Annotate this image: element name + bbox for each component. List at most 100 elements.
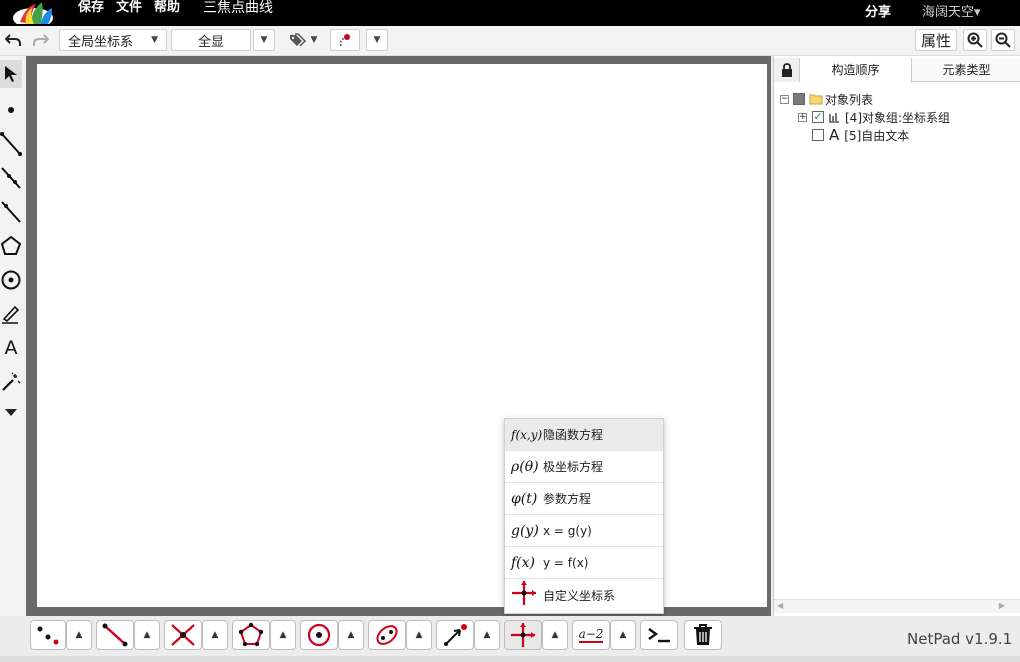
- coordinate-tool-dropdown[interactable]: ▲: [542, 620, 568, 650]
- label-tag-button[interactable]: ▼: [283, 29, 323, 51]
- more-tools-button[interactable]: [0, 398, 22, 426]
- expression-tool-dropdown[interactable]: ▲: [610, 620, 636, 650]
- zoom-out-icon: [995, 32, 1011, 48]
- points-icon: [37, 626, 59, 645]
- menu-item-label: 自定义坐标系: [543, 588, 616, 603]
- menu-custom-coordinate[interactable]: 自定义坐标系: [505, 579, 663, 611]
- trace-icon: [339, 34, 350, 47]
- lock-icon: [781, 63, 792, 77]
- expression-tool-button[interactable]: a−2: [572, 620, 610, 650]
- panel-tabs: 构造顺序 元素类型: [774, 58, 1020, 83]
- version-label: NetPad v1.9.1: [907, 630, 1013, 648]
- expand-icon[interactable]: +: [798, 112, 807, 122]
- chevron-up-icon: ▲: [551, 630, 559, 640]
- conic-tool-button[interactable]: [368, 620, 406, 650]
- trace-dropdown-button[interactable]: ▼: [366, 29, 388, 51]
- panel-horizontal-scrollbar[interactable]: ◀ ▶: [774, 599, 1020, 613]
- points-tool-dropdown[interactable]: ▲: [66, 620, 92, 650]
- polygon-tool-button[interactable]: [232, 620, 270, 650]
- menu-item-label: 参数方程: [543, 492, 592, 506]
- chevron-down-icon: ▼: [260, 35, 268, 45]
- document-title: 三焦点曲线: [203, 0, 273, 16]
- coordinate-tool-button[interactable]: [504, 620, 542, 650]
- menu-item-label: y = f(x): [543, 555, 589, 570]
- checkbox-empty-icon[interactable]: [812, 129, 824, 141]
- undo-icon: [5, 34, 21, 46]
- segment-tool[interactable]: [0, 130, 22, 158]
- polygon-tool-dropdown[interactable]: ▲: [270, 620, 296, 650]
- collapse-icon[interactable]: −: [780, 94, 789, 104]
- tree-item-free-text[interactable]: A [5]自由文本: [812, 126, 909, 144]
- menu-parametric-equation[interactable]: φ(t) 参数方程: [505, 483, 663, 515]
- points-tool-button[interactable]: [30, 620, 66, 650]
- magic-tool[interactable]: [0, 368, 22, 396]
- page-horizontal-scrollbar[interactable]: [0, 656, 1020, 662]
- panel-lock-button[interactable]: [774, 58, 800, 82]
- menu-item-label: 极坐标方程: [543, 460, 604, 474]
- chevron-down-icon: ▼: [373, 35, 381, 45]
- circle-tool[interactable]: [0, 266, 22, 294]
- share-button[interactable]: 分享: [865, 5, 891, 21]
- coordinate-system-value: 全局坐标系: [68, 34, 134, 50]
- checkbox-partial-icon[interactable]: [793, 93, 805, 105]
- axes-icon: [512, 581, 536, 605]
- parametric-function-icon: φ(t): [511, 490, 538, 507]
- console-icon: [648, 628, 670, 643]
- intersect-tool-dropdown[interactable]: ▲: [202, 620, 228, 650]
- delete-button[interactable]: [684, 620, 722, 650]
- menu-help[interactable]: 帮助: [154, 0, 180, 22]
- zoom-out-button[interactable]: [991, 29, 1015, 51]
- segment-tool-dropdown[interactable]: ▲: [134, 620, 160, 650]
- checkbox-checked-icon[interactable]: ✓: [812, 111, 824, 123]
- chart-group-icon: [829, 113, 839, 123]
- conic-tool-dropdown[interactable]: ▲: [406, 620, 432, 650]
- circle-tool-button[interactable]: [300, 620, 338, 650]
- scroll-right-icon[interactable]: ▶: [999, 601, 1005, 610]
- menu-x-of-y[interactable]: g(y) x = g(y): [505, 515, 663, 547]
- ray-tool[interactable]: [0, 164, 22, 192]
- app-logo-icon: [13, 2, 53, 24]
- tab-construction-order[interactable]: 构造顺序: [800, 58, 912, 83]
- pen-tool[interactable]: [0, 300, 22, 328]
- tab-element-type[interactable]: 元素类型: [912, 58, 1020, 82]
- point-tool[interactable]: [0, 96, 22, 124]
- menu-polar-equation[interactable]: ρ(θ) 极坐标方程: [505, 451, 663, 483]
- polygon-tool[interactable]: [0, 232, 22, 260]
- vector-icon: [444, 624, 467, 646]
- show-all-button[interactable]: 全显: [171, 29, 251, 51]
- scroll-left-icon[interactable]: ◀: [777, 601, 783, 610]
- properties-button[interactable]: 属性: [915, 29, 957, 51]
- coordinate-system-select[interactable]: 全局坐标系 ▼: [59, 29, 167, 51]
- redo-button[interactable]: [30, 29, 52, 51]
- pen-icon: [2, 305, 20, 324]
- vector-tool-button[interactable]: [436, 620, 474, 650]
- axes-icon-wrap: [505, 580, 543, 610]
- circle-icon: [1, 270, 21, 290]
- polygon-tool-icon: [238, 622, 264, 647]
- intersect-tool-button[interactable]: [164, 620, 202, 650]
- menu-file[interactable]: 文件: [116, 0, 142, 22]
- undo-button[interactable]: [2, 29, 24, 51]
- zoom-in-icon: [967, 32, 983, 48]
- coordinate-icon: [511, 623, 535, 647]
- tree-item-coordinate-group[interactable]: + ✓ [4]对象组:坐标系组: [798, 108, 950, 126]
- select-tool[interactable]: [0, 60, 22, 88]
- segment-tool-icon: [102, 623, 128, 647]
- trace-button[interactable]: [330, 29, 360, 51]
- tree-root[interactable]: − 对象列表: [780, 90, 873, 108]
- menu-y-of-x[interactable]: f(x) y = f(x): [505, 547, 663, 579]
- show-dropdown-button[interactable]: ▼: [253, 29, 275, 51]
- chevron-up-icon: ▲: [483, 630, 491, 640]
- segment-tool-button[interactable]: [96, 620, 134, 650]
- redo-icon: [33, 34, 49, 46]
- zoom-in-button[interactable]: [963, 29, 987, 51]
- user-menu[interactable]: 海阔天空▾: [922, 5, 981, 21]
- vector-tool-dropdown[interactable]: ▲: [474, 620, 500, 650]
- menu-implicit-equation[interactable]: f(x,y) 隐函数方程: [505, 419, 663, 451]
- line-tool[interactable]: [0, 198, 22, 226]
- circle-tool-dropdown[interactable]: ▲: [338, 620, 364, 650]
- implicit-function-icon: f(x,y): [511, 427, 543, 442]
- menu-save[interactable]: 保存: [78, 0, 104, 22]
- text-tool[interactable]: A: [0, 334, 22, 362]
- console-button[interactable]: [640, 620, 678, 650]
